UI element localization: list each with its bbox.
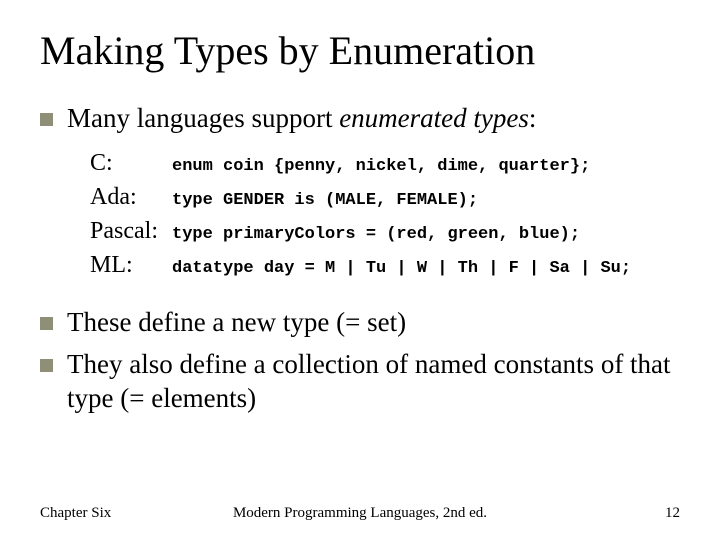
- code-row: Pascal: type primaryColors = (red, green…: [90, 214, 680, 248]
- code-lang-label: ML:: [90, 248, 172, 282]
- text-run: :: [529, 103, 537, 133]
- text-run: Many languages support: [67, 103, 339, 133]
- bullet-icon: [40, 317, 53, 330]
- code-text: type primaryColors = (red, green, blue);: [172, 223, 580, 247]
- footer-left: Chapter Six: [40, 505, 111, 522]
- code-row: Ada: type GENDER is (MALE, FEMALE);: [90, 180, 680, 214]
- footer-center: Modern Programming Languages, 2nd ed.: [40, 505, 680, 522]
- bullet-item: These define a new type (= set): [40, 306, 680, 340]
- text-run-italic: enumerated types: [339, 103, 529, 133]
- code-text: enum coin {penny, nickel, dime, quarter}…: [172, 155, 590, 179]
- code-row: ML: datatype day = M | Tu | W | Th | F |…: [90, 248, 680, 282]
- footer-right: 12: [665, 505, 680, 522]
- slide-body: Many languages support enumerated types:…: [40, 102, 680, 415]
- code-row: C: enum coin {penny, nickel, dime, quart…: [90, 146, 680, 180]
- code-text: type GENDER is (MALE, FEMALE);: [172, 189, 478, 213]
- code-lang-label: C:: [90, 146, 172, 180]
- code-block: C: enum coin {penny, nickel, dime, quart…: [90, 146, 680, 282]
- code-lang-label: Pascal:: [90, 214, 172, 248]
- slide-title: Making Types by Enumeration: [40, 28, 680, 74]
- code-lang-label: Ada:: [90, 180, 172, 214]
- bullet-text: These define a new type (= set): [67, 306, 680, 340]
- slide-footer: Chapter Six Modern Programming Languages…: [40, 505, 680, 522]
- slide: Making Types by Enumeration Many languag…: [0, 0, 720, 540]
- bullet-icon: [40, 113, 53, 126]
- code-text: datatype day = M | Tu | W | Th | F | Sa …: [172, 257, 631, 281]
- bullet-item: Many languages support enumerated types:: [40, 102, 680, 136]
- bullet-text: Many languages support enumerated types:: [67, 102, 680, 136]
- bullet-text: They also define a collection of named c…: [67, 348, 680, 416]
- bullet-icon: [40, 359, 53, 372]
- bullet-item: They also define a collection of named c…: [40, 348, 680, 416]
